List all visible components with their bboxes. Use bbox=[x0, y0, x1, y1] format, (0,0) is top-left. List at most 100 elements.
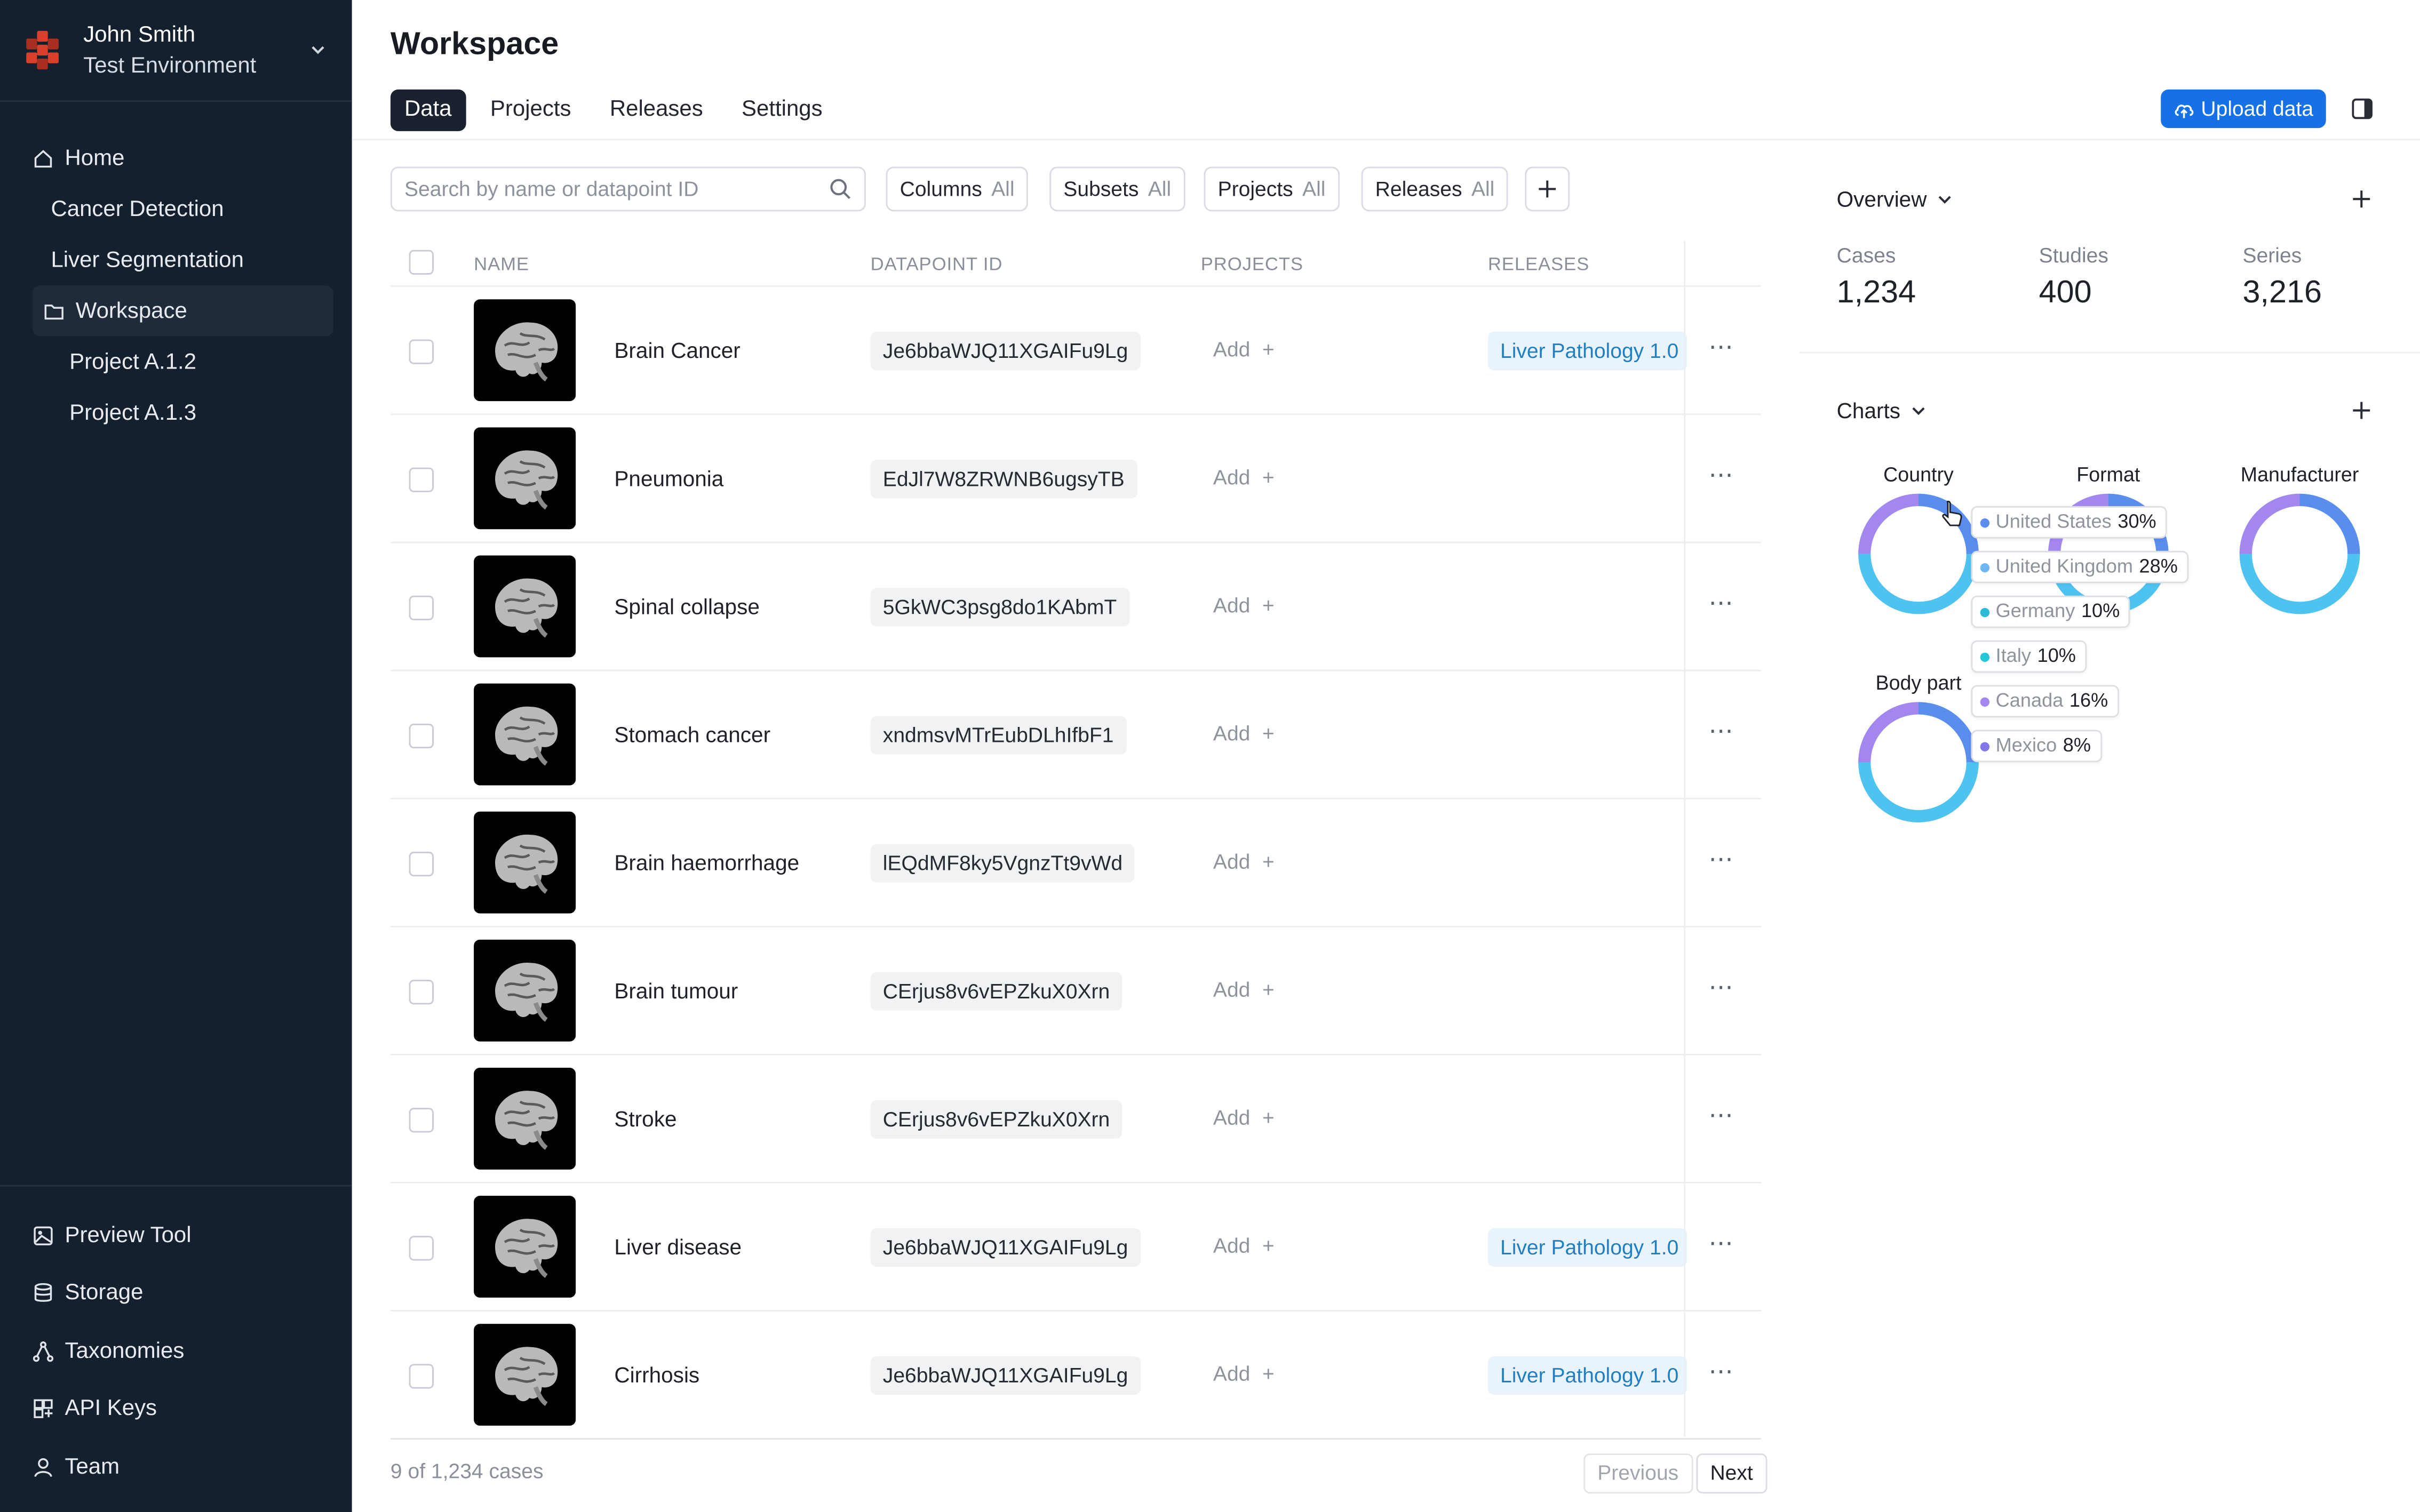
previous-page-button[interactable]: Previous bbox=[1583, 1453, 1693, 1494]
row-checkbox[interactable] bbox=[409, 851, 434, 877]
nav-project-a12[interactable]: Project A.1.2 bbox=[0, 337, 352, 387]
datapoint-id[interactable]: Je6bbaWJQ11XGAIFu9Lg bbox=[870, 1228, 1141, 1267]
table-row[interactable]: Spinal collapse 5GkWC3psg8do1KAbmT Add + ⋯ bbox=[390, 543, 1761, 671]
nav-liver-segmentation[interactable]: Liver Segmentation bbox=[0, 235, 352, 285]
add-project-button[interactable]: Add + bbox=[1213, 978, 1275, 1001]
column-header-releases[interactable]: RELEASES bbox=[1488, 253, 1589, 275]
nav-cancer-detection[interactable]: Cancer Detection bbox=[0, 183, 352, 234]
add-project-button[interactable]: Add + bbox=[1213, 338, 1275, 361]
nav-taxonomies[interactable]: Taxonomies bbox=[0, 1322, 352, 1380]
datapoint-thumbnail[interactable] bbox=[474, 683, 576, 786]
datapoint-thumbnail[interactable] bbox=[474, 939, 576, 1042]
filter-releases[interactable]: Releases All bbox=[1361, 166, 1509, 212]
datapoint-thumbnail[interactable] bbox=[474, 1324, 576, 1426]
table-row[interactable]: Liver disease Je6bbaWJQ11XGAIFu9Lg Add + Li… bbox=[390, 1183, 1761, 1312]
row-checkbox[interactable] bbox=[409, 595, 434, 620]
nav-home[interactable]: Home bbox=[0, 133, 352, 183]
row-checkbox[interactable] bbox=[409, 723, 434, 749]
add-project-button[interactable]: Add + bbox=[1213, 722, 1275, 745]
release-badge[interactable]: Liver Pathology 1.0 bbox=[1487, 331, 1687, 371]
nav-api-keys[interactable]: API Keys bbox=[0, 1380, 352, 1438]
row-checkbox[interactable] bbox=[409, 339, 434, 364]
column-header-projects[interactable]: PROJECTS bbox=[1201, 253, 1303, 275]
more-options-icon[interactable]: ⋯ bbox=[1706, 591, 1737, 617]
nav-preview-tool[interactable]: Preview Tool bbox=[0, 1206, 352, 1264]
datapoint-name[interactable]: Pneumonia bbox=[614, 466, 723, 491]
chevron-down-icon[interactable] bbox=[309, 40, 328, 59]
table-row[interactable]: Stroke CErjus8v6vEPZkuX0Xrn Add + ⋯ bbox=[390, 1055, 1761, 1183]
overview-dropdown[interactable]: Overview bbox=[1837, 187, 1955, 211]
table-row[interactable]: Brain haemorrhage lEQdMF8ky5VgnzTt9vWd Add… bbox=[390, 799, 1761, 927]
more-options-icon[interactable]: ⋯ bbox=[1706, 1360, 1737, 1386]
search-input[interactable]: Search by name or datapoint ID bbox=[390, 166, 866, 212]
select-all-checkbox[interactable] bbox=[409, 250, 434, 275]
donut-chart-manufacturer[interactable] bbox=[2238, 492, 2361, 615]
nav-team[interactable]: Team bbox=[0, 1438, 352, 1495]
more-options-icon[interactable]: ⋯ bbox=[1706, 1232, 1737, 1258]
datapoint-id[interactable]: CErjus8v6vEPZkuX0Xrn bbox=[870, 972, 1123, 1011]
upload-data-button[interactable]: Upload data bbox=[2161, 89, 2326, 129]
filter-subsets[interactable]: Subsets All bbox=[1049, 166, 1185, 212]
add-project-button[interactable]: Add + bbox=[1213, 1106, 1275, 1129]
datapoint-thumbnail[interactable] bbox=[474, 1067, 576, 1170]
tab-settings[interactable]: Settings bbox=[728, 90, 837, 131]
add-overview-icon[interactable] bbox=[2351, 188, 2373, 210]
release-badge[interactable]: Liver Pathology 1.0 bbox=[1487, 1356, 1687, 1395]
datapoint-thumbnail[interactable] bbox=[474, 299, 576, 402]
add-chart-icon[interactable] bbox=[2351, 399, 2373, 421]
column-header-name[interactable]: NAME bbox=[474, 253, 529, 275]
datapoint-thumbnail[interactable] bbox=[474, 811, 576, 914]
add-filter-button[interactable] bbox=[1525, 166, 1570, 212]
table-row[interactable]: Brain Cancer Je6bbaWJQ11XGAIFu9Lg Add + Liv… bbox=[390, 287, 1761, 415]
datapoint-name[interactable]: Cirrhosis bbox=[614, 1363, 699, 1387]
datapoint-id[interactable]: CErjus8v6vEPZkuX0Xrn bbox=[870, 1100, 1123, 1139]
nav-project-a13[interactable]: Project A.1.3 bbox=[0, 387, 352, 438]
datapoint-id[interactable]: xndmsvMTrEubDLhIfbF1 bbox=[870, 716, 1126, 755]
tab-data[interactable]: Data bbox=[390, 89, 466, 131]
tab-projects[interactable]: Projects bbox=[476, 90, 585, 131]
more-options-icon[interactable]: ⋯ bbox=[1706, 335, 1737, 361]
nav-workspace[interactable]: Workspace bbox=[32, 285, 333, 337]
row-checkbox[interactable] bbox=[409, 1236, 434, 1261]
donut-chart-body-part[interactable] bbox=[1857, 700, 1980, 823]
datapoint-thumbnail[interactable] bbox=[474, 1196, 576, 1298]
table-row[interactable]: Stomach cancer xndmsvMTrEubDLhIfbF1 Add + ⋯ bbox=[390, 671, 1761, 799]
nav-storage[interactable]: Storage bbox=[0, 1265, 352, 1322]
datapoint-name[interactable]: Spinal collapse bbox=[614, 594, 759, 619]
tab-releases[interactable]: Releases bbox=[596, 90, 717, 131]
datapoint-name[interactable]: Liver disease bbox=[614, 1234, 742, 1259]
datapoint-id[interactable]: Je6bbaWJQ11XGAIFu9Lg bbox=[870, 1356, 1141, 1395]
panel-toggle-icon[interactable] bbox=[2351, 97, 2374, 120]
row-checkbox[interactable] bbox=[409, 980, 434, 1005]
table-row[interactable]: Pneumonia EdJl7W8ZRWNB6ugsyTB Add + ⋯ bbox=[390, 415, 1761, 543]
datapoint-id[interactable]: EdJl7W8ZRWNB6ugsyTB bbox=[870, 460, 1137, 499]
more-options-icon[interactable]: ⋯ bbox=[1706, 463, 1737, 489]
datapoint-name[interactable]: Stroke bbox=[614, 1106, 676, 1131]
datapoint-id[interactable]: lEQdMF8ky5VgnzTt9vWd bbox=[870, 844, 1135, 883]
add-project-button[interactable]: Add + bbox=[1213, 1363, 1275, 1386]
datapoint-name[interactable]: Brain haemorrhage bbox=[614, 850, 799, 875]
column-header-datapoint-id[interactable]: DATAPOINT ID bbox=[871, 253, 1003, 275]
row-checkbox[interactable] bbox=[409, 467, 434, 492]
filter-projects[interactable]: Projects All bbox=[1204, 166, 1340, 212]
release-badge[interactable]: Liver Pathology 1.0 bbox=[1487, 1228, 1687, 1267]
more-options-icon[interactable]: ⋯ bbox=[1706, 848, 1737, 873]
row-checkbox[interactable] bbox=[409, 1364, 434, 1389]
datapoint-id[interactable]: 5GkWC3psg8do1KAbmT bbox=[870, 588, 1129, 627]
datapoint-name[interactable]: Brain tumour bbox=[614, 978, 738, 1003]
add-project-button[interactable]: Add + bbox=[1213, 466, 1275, 489]
more-options-icon[interactable]: ⋯ bbox=[1706, 976, 1737, 1001]
next-page-button[interactable]: Next bbox=[1696, 1453, 1767, 1494]
row-checkbox[interactable] bbox=[409, 1108, 434, 1133]
account-switcher[interactable]: John Smith Test Environment bbox=[0, 0, 352, 102]
add-project-button[interactable]: Add + bbox=[1213, 594, 1275, 617]
add-project-button[interactable]: Add + bbox=[1213, 1234, 1275, 1257]
datapoint-thumbnail[interactable] bbox=[474, 555, 576, 658]
datapoint-thumbnail[interactable] bbox=[474, 427, 576, 530]
more-options-icon[interactable]: ⋯ bbox=[1706, 720, 1737, 745]
datapoint-name[interactable]: Stomach cancer bbox=[614, 722, 770, 747]
more-options-icon[interactable]: ⋯ bbox=[1706, 1104, 1737, 1129]
table-row[interactable]: Brain tumour CErjus8v6vEPZkuX0Xrn Add + ⋯ bbox=[390, 927, 1761, 1055]
charts-dropdown[interactable]: Charts bbox=[1837, 398, 1928, 423]
datapoint-name[interactable]: Brain Cancer bbox=[614, 338, 740, 363]
